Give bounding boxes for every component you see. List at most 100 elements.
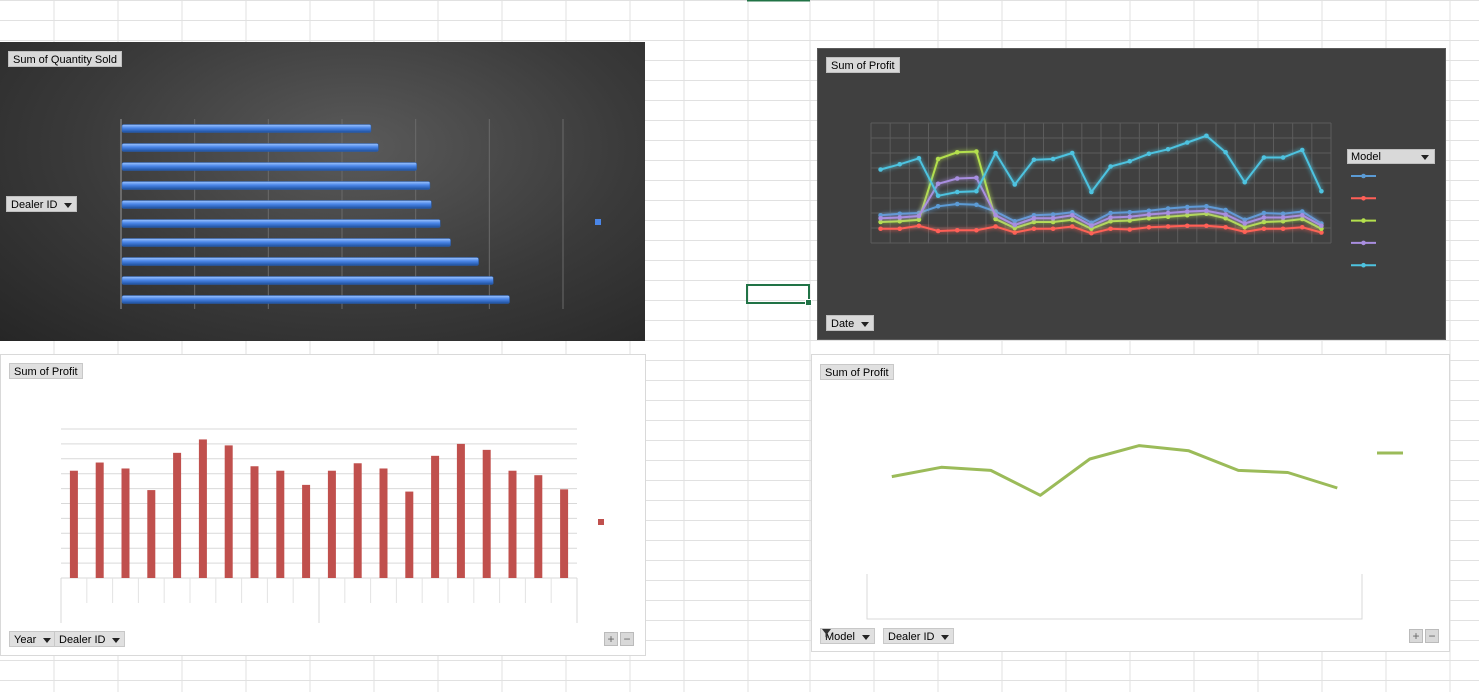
expand-field-button[interactable]: +	[1409, 629, 1423, 643]
legend-marker	[1361, 218, 1366, 223]
data-point	[1089, 230, 1094, 236]
data-point	[1223, 224, 1228, 230]
data-point	[1319, 188, 1324, 194]
data-point	[1108, 210, 1113, 216]
data-point	[1204, 223, 1209, 229]
model-filter-button[interactable]: Model	[820, 628, 875, 644]
data-point	[993, 150, 998, 156]
profit-by-date-plot	[870, 122, 1376, 268]
bar	[69, 470, 78, 578]
data-point	[1242, 179, 1248, 185]
data-point	[1242, 221, 1248, 226]
bar	[121, 276, 494, 285]
bar	[121, 200, 432, 209]
chevron-down-icon	[112, 637, 121, 643]
profit-by-date-model-chart[interactable]: Sum of Profit Model Date	[817, 48, 1446, 340]
chevron-down-icon	[1421, 155, 1429, 160]
data-point	[878, 167, 883, 172]
sum-of-quantity-sold-button[interactable]: Sum of Quantity Sold	[8, 51, 122, 67]
chevron-down-icon	[43, 637, 52, 643]
bar	[482, 449, 491, 578]
data-point	[1165, 146, 1171, 152]
bar	[121, 295, 510, 304]
data-point	[974, 188, 979, 194]
data-point	[1031, 157, 1037, 163]
data-point	[1280, 226, 1286, 232]
data-point	[1069, 217, 1075, 223]
bar	[198, 439, 207, 578]
data-point	[1069, 212, 1075, 218]
bar	[353, 463, 362, 578]
data-point	[1031, 215, 1037, 221]
bar	[121, 257, 479, 266]
bar	[95, 462, 104, 578]
legend-marker	[1361, 262, 1366, 268]
collapse-field-button[interactable]: −	[620, 632, 634, 646]
data-point	[954, 149, 960, 155]
bar	[508, 470, 517, 578]
hudson-profit-chart[interactable]: Sum of Profit Model Dealer ID + −	[811, 354, 1450, 652]
minus-icon: −	[1428, 629, 1436, 643]
dealer-id-filter-button[interactable]: Dealer ID	[6, 196, 77, 212]
data-point	[1261, 215, 1267, 220]
data-point	[1089, 189, 1094, 195]
data-point	[1050, 226, 1056, 232]
data-point	[1146, 224, 1152, 230]
data-point	[1261, 219, 1267, 225]
quantity-sold-plot	[120, 119, 601, 309]
data-point	[878, 215, 883, 221]
data-point	[1223, 149, 1228, 155]
dealer-id-filter-button[interactable]: Dealer ID	[54, 631, 126, 647]
data-point	[1280, 215, 1286, 220]
filter-icon	[822, 629, 831, 638]
sum-of-profit-button[interactable]: Sum of Profit	[826, 57, 900, 73]
data-point	[1146, 151, 1152, 157]
data-point	[1261, 210, 1267, 216]
data-point	[1319, 223, 1324, 229]
chevron-down-icon	[64, 202, 73, 208]
data-point	[878, 226, 883, 232]
data-point	[1184, 209, 1190, 214]
legend-marker	[1361, 173, 1366, 179]
data-point	[974, 149, 979, 154]
data-point	[1127, 214, 1133, 220]
bar	[560, 489, 569, 578]
data-point	[1050, 215, 1056, 221]
data-point	[916, 223, 922, 229]
bar	[327, 470, 336, 578]
data-point	[1299, 147, 1305, 153]
bar	[250, 466, 259, 578]
data-point	[1204, 203, 1209, 209]
collapse-field-button[interactable]: −	[1425, 629, 1439, 643]
year-filter-button[interactable]: Year	[9, 631, 57, 647]
legend-swatch	[595, 219, 601, 225]
profit-by-year-dealer-chart[interactable]: Sum of Profit Year Dealer ID + −	[0, 354, 646, 656]
legend-marker	[1361, 240, 1366, 246]
data-point	[1261, 155, 1267, 160]
plus-icon: +	[1412, 629, 1420, 643]
sum-of-profit-button[interactable]: Sum of Profit	[820, 364, 894, 380]
bar	[121, 468, 130, 578]
plus-icon: +	[607, 632, 615, 646]
data-point	[1108, 164, 1113, 169]
bar	[121, 124, 372, 133]
legend-marker	[1361, 196, 1366, 201]
model-filter-dropdown[interactable]: Model	[1347, 149, 1435, 164]
dealer-id-filter-button[interactable]: Dealer ID	[883, 628, 955, 644]
sum-of-profit-button[interactable]: Sum of Profit	[9, 363, 83, 379]
data-point	[1223, 207, 1228, 213]
data-point	[1261, 226, 1267, 232]
bar	[431, 455, 440, 578]
data-point	[974, 175, 979, 181]
data-point	[1184, 204, 1190, 210]
selected-cell[interactable]	[746, 284, 812, 306]
data-point	[993, 212, 998, 218]
data-point	[897, 215, 903, 220]
data-point	[954, 227, 960, 233]
series-line	[891, 444, 1338, 497]
date-filter-button[interactable]: Date	[826, 315, 875, 331]
quantity-sold-chart[interactable]: Sum of Quantity Sold Dealer ID	[0, 42, 645, 341]
data-point	[1089, 223, 1094, 229]
data-point	[954, 201, 960, 207]
expand-field-button[interactable]: +	[604, 632, 618, 646]
